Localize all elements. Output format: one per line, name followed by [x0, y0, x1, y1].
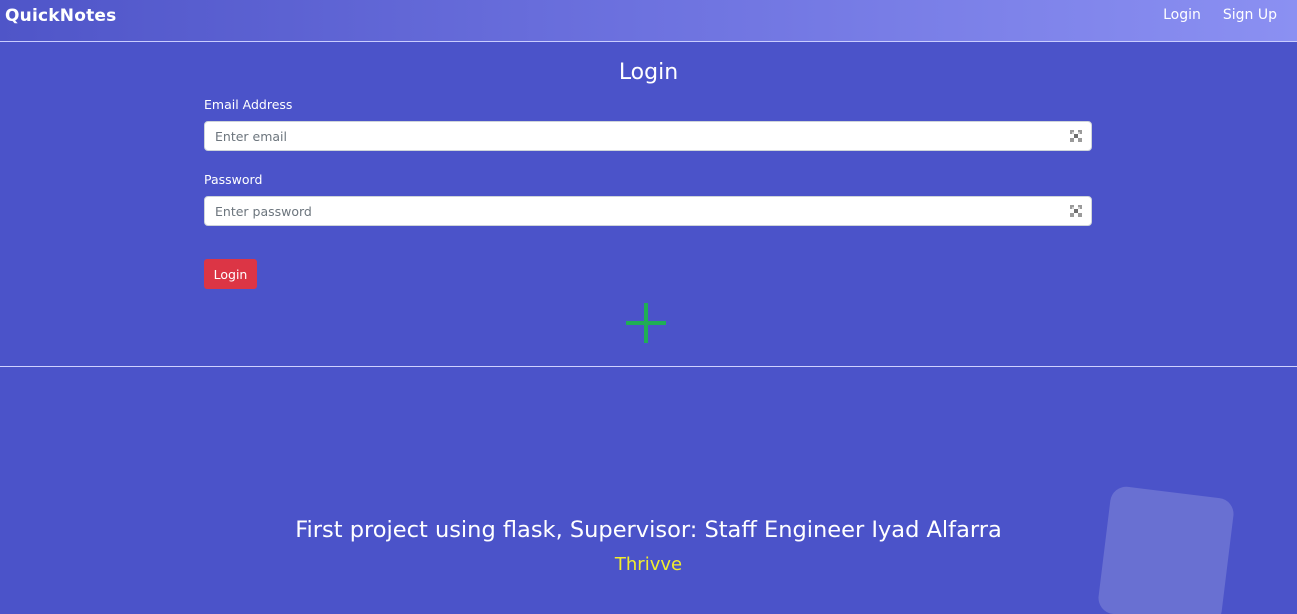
brand-logo[interactable]: QuickNotes: [5, 6, 116, 26]
decorative-square: [1096, 484, 1236, 614]
login-button[interactable]: Login: [204, 259, 257, 289]
email-label: Email Address: [204, 97, 293, 112]
password-label: Password: [204, 172, 263, 187]
email-field: [204, 121, 1092, 151]
nav-login-link[interactable]: Login: [1163, 7, 1201, 23]
nav-signup-link[interactable]: Sign Up: [1223, 7, 1277, 23]
nav-links: Login Sign Up: [1163, 7, 1277, 23]
section-divider: [0, 366, 1297, 367]
password-manager-icon[interactable]: [1070, 205, 1082, 217]
plus-icon[interactable]: [626, 303, 666, 343]
password-input[interactable]: [205, 197, 1045, 225]
footer-text: First project using flask, Supervisor: S…: [295, 517, 1002, 543]
page-title: Login: [618, 60, 679, 85]
navbar: QuickNotes Login Sign Up: [0, 0, 1297, 42]
password-field: [204, 196, 1092, 226]
footer-brand: Thrivve: [614, 554, 683, 575]
password-manager-icon[interactable]: [1070, 130, 1082, 142]
email-input[interactable]: [205, 122, 1045, 150]
